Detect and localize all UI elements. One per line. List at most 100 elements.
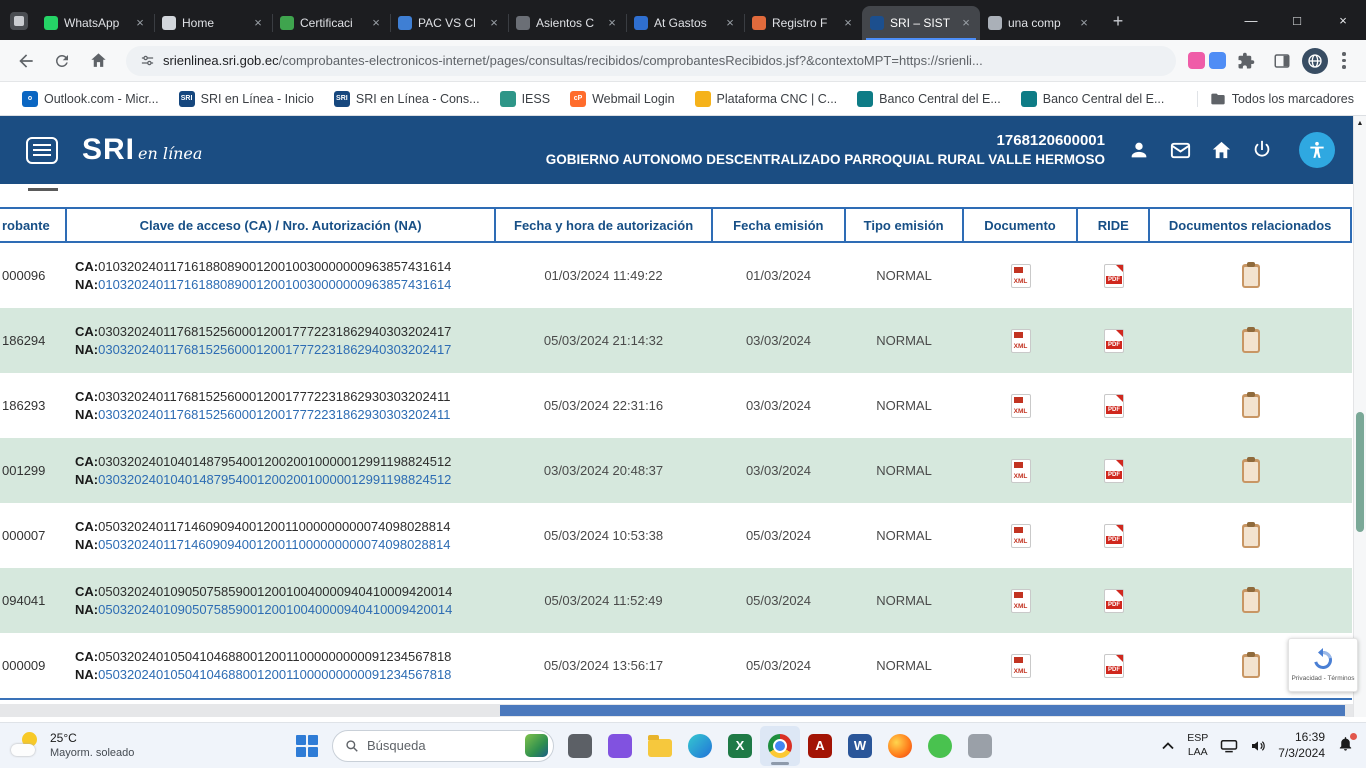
tab-close-icon[interactable]: × — [604, 15, 620, 31]
side-panel-button[interactable] — [1266, 45, 1298, 77]
recaptcha-badge[interactable]: Privacidad - Términos — [1288, 638, 1358, 692]
browser-tab[interactable]: Asientos C × — [508, 6, 626, 40]
horizontal-scrollbar[interactable] — [0, 704, 1353, 717]
ride-pdf-icon[interactable]: PDF — [1104, 264, 1124, 288]
notifications-button[interactable] — [1337, 735, 1354, 757]
na-value-link[interactable]: 0303202401176815256000120017772231862940… — [98, 342, 451, 357]
browser-tab[interactable]: SRI – SIST × — [862, 6, 980, 40]
tab-close-icon[interactable]: × — [840, 15, 856, 31]
display-icon[interactable] — [1220, 739, 1238, 753]
menu-button[interactable] — [26, 137, 58, 164]
ride-pdf-icon[interactable]: PDF — [1104, 394, 1124, 418]
new-tab-button[interactable]: + — [1104, 8, 1132, 36]
taskbar-app-green-app[interactable] — [920, 726, 960, 766]
start-button[interactable] — [288, 727, 326, 765]
taskbar-app-firefox[interactable] — [880, 726, 920, 766]
address-bar[interactable]: srienlinea.sri.gob.ec/comprobantes-elect… — [126, 46, 1176, 76]
tab-close-icon[interactable]: × — [250, 15, 266, 31]
browser-tab[interactable]: Certificaci × — [272, 6, 390, 40]
language-indicator[interactable]: ESP LAA — [1187, 732, 1208, 758]
logout-button[interactable] — [1250, 138, 1274, 162]
na-value-link[interactable]: 0303202401040148795400120020010000012991… — [98, 472, 451, 487]
browser-tab[interactable]: Home × — [154, 6, 272, 40]
extensions-button[interactable] — [1230, 45, 1262, 77]
accessibility-button[interactable] — [1299, 132, 1335, 168]
ride-pdf-icon[interactable]: PDF — [1104, 524, 1124, 548]
all-bookmarks-button[interactable]: Todos los marcadores — [1197, 91, 1354, 107]
bookmark-item[interactable]: Banco Central del E... — [1011, 86, 1175, 112]
taskbar-app-word[interactable]: W — [840, 726, 880, 766]
sri-logo[interactable]: SRI en línea — [82, 133, 202, 167]
tab-close-icon[interactable]: × — [486, 15, 502, 31]
tab-close-icon[interactable]: × — [368, 15, 384, 31]
site-info-icon[interactable] — [140, 53, 155, 68]
taskbar-app-acrobat[interactable]: A — [800, 726, 840, 766]
taskbar-app-purple-app[interactable] — [600, 726, 640, 766]
reload-button[interactable] — [46, 45, 78, 77]
profile-avatar[interactable] — [1302, 48, 1328, 74]
related-docs-icon[interactable] — [1242, 264, 1260, 288]
na-value-link[interactable]: 0503202401050410468800120011000000000091… — [98, 667, 451, 682]
extension-icon-pink[interactable] — [1188, 52, 1205, 69]
tab-close-icon[interactable]: × — [722, 15, 738, 31]
bookmark-item[interactable]: Banco Central del E... — [847, 86, 1011, 112]
taskbar-search[interactable]: Búsqueda — [332, 730, 554, 762]
portal-home-button[interactable] — [1209, 138, 1233, 162]
maximize-button[interactable]: □ — [1274, 0, 1320, 40]
minimize-button[interactable]: — — [1228, 0, 1274, 40]
na-value-link[interactable]: 0103202401171618808900120010030000000963… — [98, 277, 451, 292]
taskbar-app-screen-frame[interactable] — [560, 726, 600, 766]
browser-menu-button[interactable] — [1332, 52, 1356, 69]
bookmark-item[interactable]: SRI SRI en Línea - Inicio — [169, 86, 324, 112]
xml-download-icon[interactable]: XML — [1011, 264, 1031, 288]
xml-download-icon[interactable]: XML — [1011, 654, 1031, 678]
xml-download-icon[interactable]: XML — [1011, 329, 1031, 353]
taskbar-app-printer[interactable] — [960, 726, 1000, 766]
extension-icon-blue[interactable] — [1209, 52, 1226, 69]
na-value-link[interactable]: 0503202401171460909400120011000000000074… — [98, 537, 450, 552]
bookmark-item[interactable]: IESS — [490, 86, 561, 112]
recaptcha-links[interactable]: Privacidad - Términos — [1291, 675, 1354, 682]
scroll-up-arrow[interactable]: ▲ — [1354, 116, 1366, 127]
na-value-link[interactable]: 0503202401090507585900120010040000940410… — [98, 602, 452, 617]
ride-pdf-icon[interactable]: PDF — [1104, 329, 1124, 353]
related-docs-icon[interactable] — [1242, 654, 1260, 678]
related-docs-icon[interactable] — [1242, 329, 1260, 353]
taskbar-app-chrome[interactable] — [760, 726, 800, 766]
ride-pdf-icon[interactable]: PDF — [1104, 459, 1124, 483]
tab-close-icon[interactable]: × — [132, 15, 148, 31]
clock[interactable]: 16:39 7/3/2024 — [1278, 730, 1325, 761]
tray-chevron-icon[interactable] — [1161, 740, 1175, 752]
browser-tab[interactable]: una comp × — [980, 6, 1098, 40]
bookmark-item[interactable]: SRI SRI en Línea - Cons... — [324, 86, 490, 112]
close-button[interactable]: × — [1320, 0, 1366, 40]
bookmark-item[interactable]: cP Webmail Login — [560, 86, 684, 112]
xml-download-icon[interactable]: XML — [1011, 524, 1031, 548]
horizontal-scrollbar-thumb[interactable] — [500, 705, 1345, 716]
xml-download-icon[interactable]: XML — [1011, 589, 1031, 613]
taskbar-app-file-explorer[interactable] — [640, 726, 680, 766]
related-docs-icon[interactable] — [1242, 589, 1260, 613]
vertical-scrollbar-thumb[interactable] — [1356, 412, 1364, 532]
xml-download-icon[interactable]: XML — [1011, 459, 1031, 483]
taskbar-app-edge[interactable] — [680, 726, 720, 766]
ride-pdf-icon[interactable]: PDF — [1104, 589, 1124, 613]
browser-tab[interactable]: At Gastos × — [626, 6, 744, 40]
weather-widget[interactable]: 25°C Mayorm. soleado — [0, 731, 230, 761]
related-docs-icon[interactable] — [1242, 394, 1260, 418]
na-value-link[interactable]: 0303202401176815256000120017772231862930… — [98, 407, 450, 422]
browser-tab[interactable]: WhatsApp × — [36, 6, 154, 40]
tab-close-icon[interactable]: × — [1076, 15, 1092, 31]
related-docs-icon[interactable] — [1242, 524, 1260, 548]
browser-tab[interactable]: Registro F × — [744, 6, 862, 40]
bookmark-item[interactable]: o Outlook.com - Micr... — [12, 86, 169, 112]
tab-close-icon[interactable]: × — [958, 15, 974, 31]
xml-download-icon[interactable]: XML — [1011, 394, 1031, 418]
browser-home-button[interactable] — [82, 45, 114, 77]
vertical-scrollbar[interactable]: ▲ — [1353, 116, 1366, 717]
taskbar-app-excel[interactable]: X — [720, 726, 760, 766]
mail-button[interactable] — [1168, 138, 1192, 162]
bookmark-item[interactable]: Plataforma CNC | C... — [685, 86, 848, 112]
user-button[interactable] — [1127, 138, 1151, 162]
ride-pdf-icon[interactable]: PDF — [1104, 654, 1124, 678]
